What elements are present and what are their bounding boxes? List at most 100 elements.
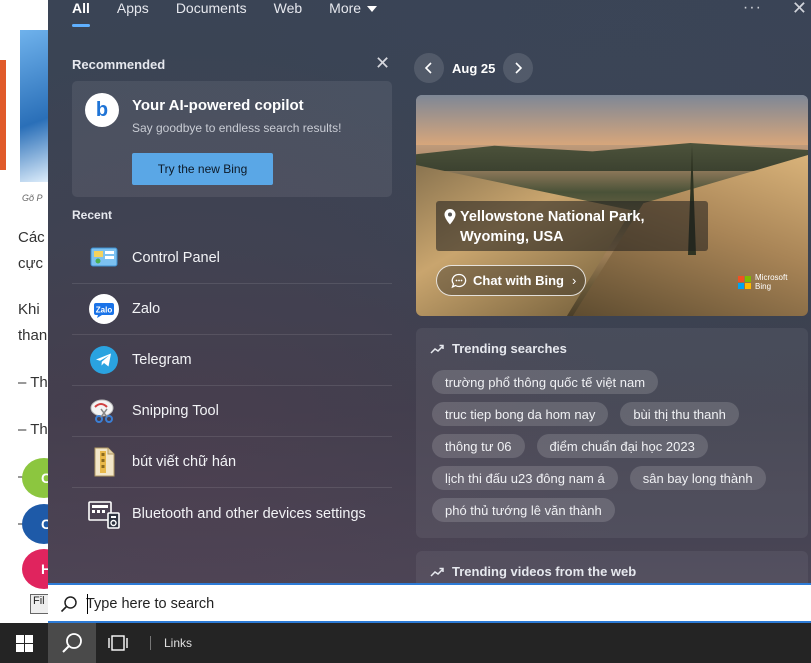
chevron-down-icon bbox=[367, 6, 378, 13]
recent-item-label: Bluetooth and other devices settings bbox=[132, 505, 366, 522]
chevron-right-icon bbox=[515, 62, 523, 74]
brand-line-2: Bing bbox=[755, 282, 772, 291]
tab-more-label: More bbox=[329, 0, 362, 16]
search-input[interactable] bbox=[86, 591, 786, 617]
telegram-icon bbox=[88, 344, 120, 376]
hero-ridge bbox=[416, 143, 808, 171]
location-text: Yellowstone National Park, Wyoming, USA bbox=[460, 207, 645, 247]
trending-chip[interactable]: truc tiep bong da hom nay bbox=[432, 402, 609, 426]
trending-videos-title: Trending videos from the web bbox=[452, 564, 637, 579]
trending-searches-card: Trending searches trường phổ thông quốc … bbox=[416, 328, 808, 538]
trending-chip[interactable]: lịch thi đấu u23 đông nam á bbox=[432, 466, 618, 490]
location-pin-icon bbox=[444, 209, 456, 225]
zalo-icon: Zalo bbox=[88, 293, 120, 325]
background-text-line: cực bbox=[18, 255, 44, 272]
location-line-2: Wyoming, USA bbox=[460, 229, 564, 245]
date-navigator: Aug 25 bbox=[414, 53, 534, 83]
background-text-line: Khi bbox=[18, 301, 40, 318]
close-icon[interactable]: ✕ bbox=[792, 0, 807, 17]
svg-text:Zalo: Zalo bbox=[96, 306, 113, 315]
trending-searches-header: Trending searches bbox=[430, 341, 567, 356]
next-day-button[interactable] bbox=[503, 53, 534, 83]
dismiss-recommended-icon[interactable]: ✕ bbox=[375, 54, 390, 72]
trending-arrow-icon bbox=[430, 567, 444, 577]
trending-chip[interactable]: thông tư 06 bbox=[432, 434, 525, 458]
brand-line-1: Microsoft bbox=[755, 273, 788, 282]
snipping-tool-icon bbox=[88, 395, 120, 427]
chat-with-bing-label: Chat with Bing bbox=[473, 273, 564, 288]
tab-all[interactable]: All bbox=[72, 0, 90, 27]
microsoft-bing-text: Microsoft Bing bbox=[755, 273, 787, 291]
tab-apps[interactable]: Apps bbox=[117, 0, 149, 22]
recent-item-bluetooth-settings[interactable]: Bluetooth and other devices settings bbox=[72, 488, 392, 539]
date-label: Aug 25 bbox=[452, 60, 496, 76]
recent-item-label: bút viết chữ hán bbox=[132, 454, 237, 470]
search-icon bbox=[62, 633, 82, 653]
search-panel: All Apps Documents Web More ··· ✕ Recomm… bbox=[48, 0, 811, 591]
recent-item-label: Snipping Tool bbox=[132, 403, 219, 419]
taskbar-divider bbox=[150, 636, 151, 650]
recent-item-label: Telegram bbox=[132, 352, 192, 368]
trending-searches-title: Trending searches bbox=[452, 341, 567, 356]
windows-logo-icon bbox=[15, 634, 33, 652]
chat-bubble-icon bbox=[451, 273, 467, 288]
recent-item-file[interactable]: bút viết chữ hán bbox=[72, 437, 392, 488]
start-button[interactable] bbox=[0, 623, 48, 663]
background-text-line: – Th bbox=[18, 374, 48, 391]
microsoft-logo-icon bbox=[738, 275, 751, 289]
recent-list: Control Panel Zalo Zalo Telegram Snippin… bbox=[72, 233, 392, 539]
hero-sky bbox=[416, 95, 808, 145]
bing-logo-letter: b bbox=[95, 99, 109, 121]
trending-arrow-icon bbox=[430, 344, 444, 354]
copilot-title: Your AI-powered copilot bbox=[132, 97, 304, 114]
bing-logo-icon: b bbox=[85, 93, 119, 127]
recent-item-control-panel[interactable]: Control Panel bbox=[72, 233, 392, 284]
background-text-line: – Th bbox=[18, 421, 48, 438]
previous-day-button[interactable] bbox=[414, 53, 444, 83]
trending-chip[interactable]: điểm chuẩn đại học 2023 bbox=[536, 434, 708, 458]
taskbar: Links bbox=[0, 623, 811, 663]
location-label[interactable]: Yellowstone National Park, Wyoming, USA bbox=[436, 201, 708, 251]
recent-item-label: Zalo bbox=[132, 301, 161, 317]
recent-item-telegram[interactable]: Telegram bbox=[72, 335, 392, 386]
background-text-line: than bbox=[18, 327, 48, 344]
tab-more[interactable]: More bbox=[329, 0, 378, 22]
recent-item-label: Control Panel bbox=[132, 250, 220, 266]
trending-chip[interactable]: bùi thị thu thanh bbox=[620, 402, 739, 426]
copilot-card: b Your AI-powered copilot Say goodbye to… bbox=[72, 81, 392, 197]
background-text-line: Các bbox=[18, 229, 45, 246]
chevron-left-icon bbox=[424, 62, 432, 74]
search-tabs: All Apps Documents Web More bbox=[72, 0, 404, 27]
chevron-right-icon: › bbox=[572, 273, 577, 288]
file-icon bbox=[88, 446, 120, 478]
trending-chip[interactable]: trường phổ thông quốc tế việt nam bbox=[432, 370, 659, 394]
links-toolbar[interactable]: Links bbox=[164, 636, 192, 650]
background-strip bbox=[0, 60, 6, 170]
tab-web[interactable]: Web bbox=[274, 0, 303, 22]
text-cursor bbox=[87, 594, 88, 614]
recommended-heading: Recommended bbox=[72, 57, 166, 72]
search-icon bbox=[60, 596, 77, 613]
trending-chips: trường phổ thông quốc tế việt nam truc t… bbox=[432, 370, 802, 530]
recent-item-zalo[interactable]: Zalo Zalo bbox=[72, 284, 392, 335]
background-image bbox=[20, 30, 50, 182]
chat-with-bing-button[interactable]: Chat with Bing › bbox=[436, 265, 586, 296]
recent-item-snipping-tool[interactable]: Snipping Tool bbox=[72, 386, 392, 437]
panel-top-icons: ··· ✕ bbox=[743, 0, 811, 17]
trending-chip[interactable]: phó thủ tướng lê văn thành bbox=[432, 498, 615, 522]
try-new-bing-button[interactable]: Try the new Bing bbox=[132, 153, 273, 185]
search-bar bbox=[48, 583, 811, 623]
taskbar-search-button[interactable] bbox=[48, 623, 96, 663]
trending-videos-header: Trending videos from the web bbox=[430, 564, 636, 579]
microsoft-bing-logo: Microsoft Bing bbox=[738, 273, 787, 291]
more-options-icon[interactable]: ··· bbox=[743, 0, 762, 16]
recent-heading: Recent bbox=[72, 208, 113, 222]
daily-image-card[interactable]: Yellowstone National Park, Wyoming, USA … bbox=[416, 95, 808, 316]
location-line-1: Yellowstone National Park, bbox=[460, 209, 645, 225]
task-view-icon[interactable] bbox=[108, 633, 130, 653]
trending-chip[interactable]: sân bay long thành bbox=[629, 466, 766, 490]
tab-documents[interactable]: Documents bbox=[176, 0, 247, 22]
copilot-subtitle: Say goodbye to endless search results! bbox=[132, 121, 342, 135]
bluetooth-devices-icon bbox=[88, 498, 120, 530]
control-panel-icon bbox=[88, 242, 120, 274]
